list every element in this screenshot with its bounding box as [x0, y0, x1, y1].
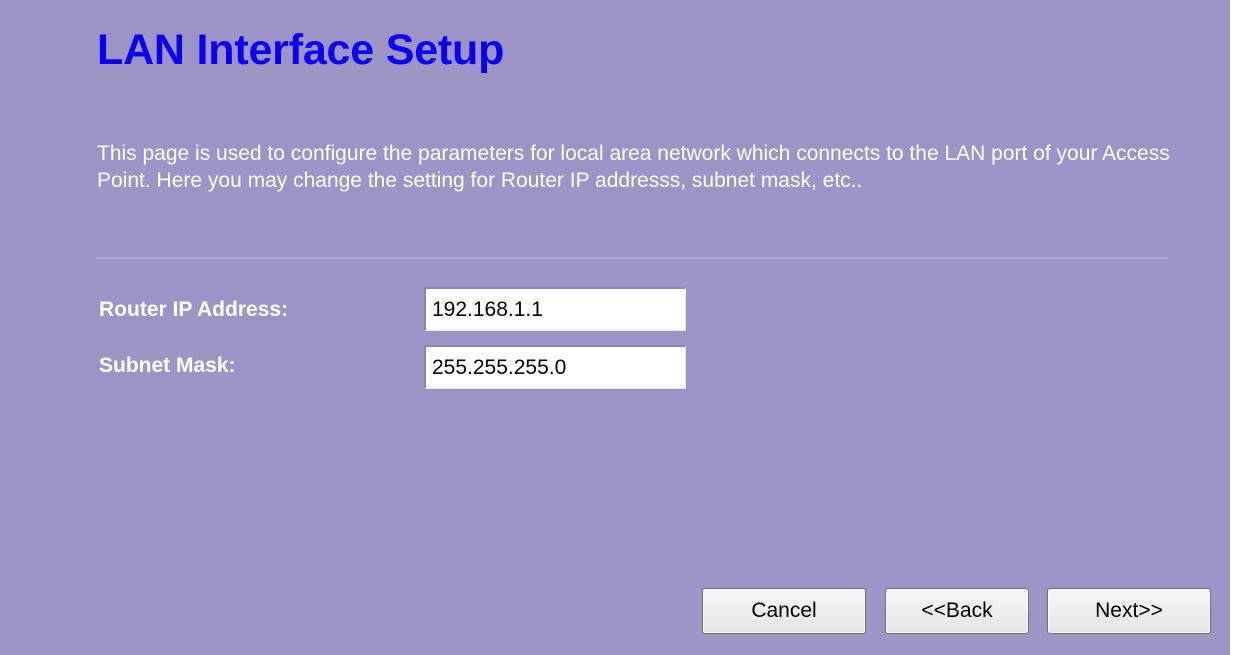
subnet-mask-label: Subnet Mask: — [99, 354, 236, 377]
router-ip-input[interactable] — [424, 287, 686, 331]
back-button[interactable]: <<Back — [885, 588, 1029, 634]
cancel-button[interactable]: Cancel — [702, 588, 866, 634]
next-button[interactable]: Next>> — [1047, 588, 1211, 634]
page-description: This page is used to configure the param… — [97, 142, 1170, 192]
router-ip-label: Router IP Address: — [99, 298, 289, 321]
setup-panel: LAN Interface Setup This page is used to… — [0, 0, 1230, 655]
section-divider — [96, 257, 1168, 259]
page-title: LAN Interface Setup — [97, 26, 505, 74]
subnet-mask-input[interactable] — [424, 345, 686, 389]
